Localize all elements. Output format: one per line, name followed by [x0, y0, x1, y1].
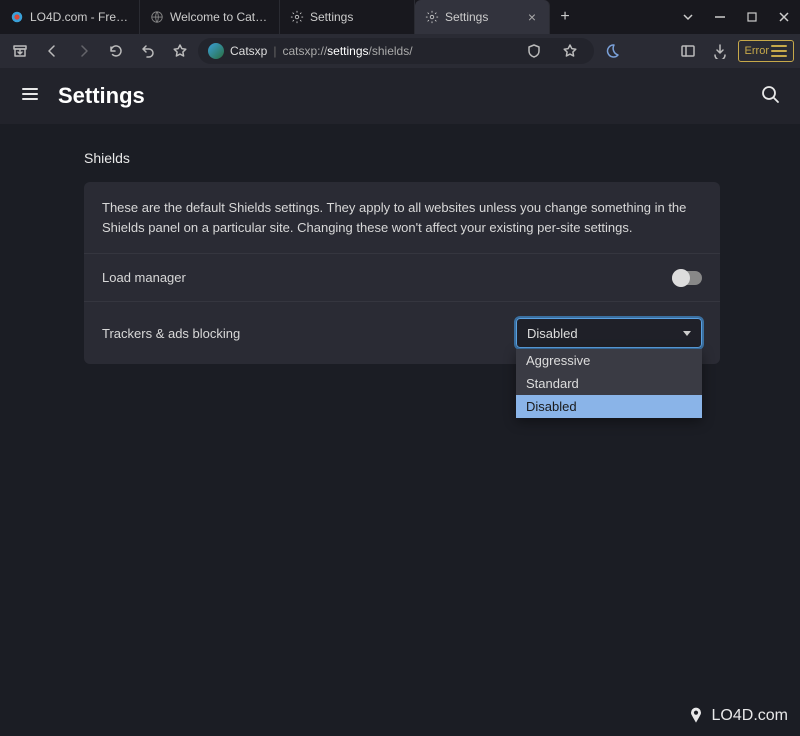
hamburger-menu[interactable] — [20, 84, 40, 109]
tab-welcome[interactable]: Welcome to Catsxp — [140, 0, 280, 34]
trackers-dropdown: Aggressive Standard Disabled — [516, 349, 702, 418]
shields-description: These are the default Shields settings. … — [102, 198, 702, 237]
title-bar: LO4D.com - Free Sof Welcome to Catsxp Se… — [0, 0, 800, 34]
trackers-select[interactable]: Disabled — [516, 318, 702, 348]
trackers-select-wrap: Disabled Aggressive Standard Disabled — [516, 318, 702, 348]
tab-label: Welcome to Catsxp — [170, 10, 269, 24]
trackers-label: Trackers & ads blocking — [102, 326, 240, 341]
option-disabled[interactable]: Disabled — [516, 395, 702, 418]
download-icon[interactable] — [706, 38, 734, 64]
archive-icon[interactable] — [6, 38, 34, 64]
address-actions — [520, 38, 584, 64]
chevron-down-icon — [683, 331, 691, 336]
back-button[interactable] — [38, 38, 66, 64]
forward-button[interactable] — [70, 38, 98, 64]
toolbar: Catsxp | catsxp://settings/shields/ Erro… — [0, 34, 800, 68]
gear-icon — [290, 10, 304, 24]
address-url: catsxp://settings/shields/ — [282, 44, 412, 58]
tab-settings-1[interactable]: Settings — [280, 0, 415, 34]
address-bar[interactable]: Catsxp | catsxp://settings/shields/ — [198, 38, 594, 64]
gear-icon — [425, 10, 439, 24]
load-manager-label: Load manager — [102, 270, 186, 285]
watermark-text: LO4D.com — [712, 707, 788, 725]
tab-label: LO4D.com - Free Sof — [30, 10, 129, 24]
search-button[interactable] — [760, 84, 780, 109]
shields-description-row: These are the default Shields settings. … — [84, 182, 720, 253]
tab-label: Settings — [445, 10, 519, 24]
load-manager-toggle[interactable] — [672, 271, 702, 285]
lo4d-logo-icon — [686, 706, 706, 726]
reload-button[interactable] — [102, 38, 130, 64]
settings-content: Shields These are the default Shields se… — [0, 124, 720, 364]
sidebar-icon[interactable] — [674, 38, 702, 64]
new-tab-button[interactable]: + — [550, 0, 580, 34]
option-aggressive[interactable]: Aggressive — [516, 349, 702, 372]
star-icon[interactable] — [556, 38, 584, 64]
shields-card: These are the default Shields settings. … — [84, 182, 720, 364]
select-value: Disabled — [527, 326, 578, 341]
window-controls — [672, 0, 800, 34]
load-manager-row: Load manager — [84, 253, 720, 301]
page-title: Settings — [58, 83, 145, 109]
error-badge[interactable]: Error — [738, 40, 794, 62]
tab-lo4d[interactable]: LO4D.com - Free Sof — [0, 0, 140, 34]
globe-icon — [150, 10, 164, 24]
undo-button[interactable] — [134, 38, 162, 64]
section-title: Shields — [84, 150, 720, 166]
watermark: LO4D.com — [686, 706, 788, 726]
option-standard[interactable]: Standard — [516, 372, 702, 395]
tab-strip: LO4D.com - Free Sof Welcome to Catsxp Se… — [0, 0, 672, 34]
menu-icon — [771, 43, 787, 59]
site-icon — [208, 43, 224, 59]
tab-label: Settings — [310, 10, 404, 24]
shield-icon[interactable] — [520, 38, 548, 64]
tab-settings-active[interactable]: Settings × — [415, 0, 550, 34]
close-window-button[interactable] — [768, 0, 800, 34]
trackers-row: Trackers & ads blocking Disabled Aggress… — [84, 301, 720, 364]
minimize-button[interactable] — [704, 0, 736, 34]
tab-close[interactable]: × — [525, 10, 539, 24]
bookmark-button[interactable] — [166, 38, 194, 64]
chevron-down-icon[interactable] — [672, 0, 704, 34]
tab-favicon — [10, 10, 24, 24]
maximize-button[interactable] — [736, 0, 768, 34]
address-brand: Catsxp — [230, 44, 267, 58]
error-label: Error — [745, 45, 769, 57]
moon-icon[interactable] — [598, 38, 626, 64]
settings-header: Settings — [0, 68, 800, 124]
